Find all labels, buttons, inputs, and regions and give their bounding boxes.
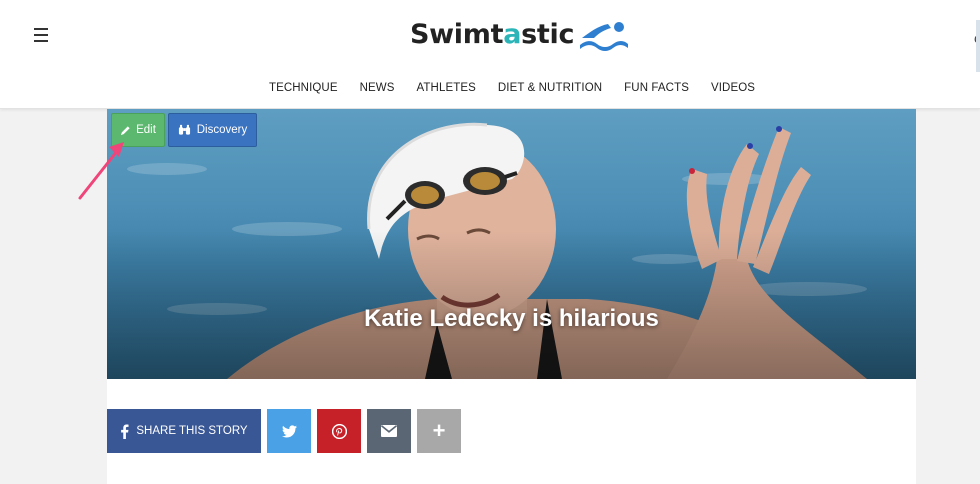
main-nav: TECHNIQUE NEWS ATHLETES DIET & NUTRITION… (0, 82, 980, 94)
nav-item-diet-nutrition[interactable]: DIET & NUTRITION (498, 82, 602, 94)
share-story-label: SHARE THIS STORY (136, 425, 248, 437)
pinterest-icon (331, 423, 347, 439)
logo-text: Swimtastic (410, 18, 575, 50)
nav-item-videos[interactable]: VIDEOS (711, 82, 755, 94)
hero-shade (107, 109, 916, 379)
discovery-label: Discovery (196, 124, 248, 136)
plus-icon: + (432, 418, 446, 443)
nav-item-fun-facts[interactable]: FUN FACTS (624, 82, 689, 94)
nav-item-news[interactable]: NEWS (360, 82, 395, 94)
hero-image[interactable]: Katie Ledecky is hilarious (107, 109, 916, 379)
edit-button[interactable]: Edit (111, 113, 165, 147)
site-header: Swimtastic c TECHNIQUE NEWS ATHLETES DIE… (0, 0, 980, 109)
scrollbar[interactable] (976, 20, 980, 72)
swimmer-icon (580, 22, 629, 51)
edit-label: Edit (136, 124, 156, 136)
share-pinterest-button[interactable] (317, 409, 361, 453)
hero-title[interactable]: Katie Ledecky is hilarious (107, 305, 916, 333)
facebook-icon (121, 423, 129, 439)
site-logo[interactable]: Swimtastic (410, 14, 630, 54)
discovery-button[interactable]: Discovery (168, 113, 257, 147)
nav-item-technique[interactable]: TECHNIQUE (269, 82, 338, 94)
share-more-button[interactable]: + (417, 409, 461, 453)
share-facebook-button[interactable]: SHARE THIS STORY (107, 409, 261, 453)
share-email-button[interactable] (367, 409, 411, 453)
envelope-icon (381, 425, 397, 437)
binoculars-icon (178, 124, 190, 135)
nav-item-athletes[interactable]: ATHLETES (417, 82, 476, 94)
pencil-icon (120, 125, 130, 135)
share-twitter-button[interactable] (267, 409, 311, 453)
hamburger-icon[interactable] (34, 28, 48, 42)
twitter-icon (281, 424, 297, 437)
